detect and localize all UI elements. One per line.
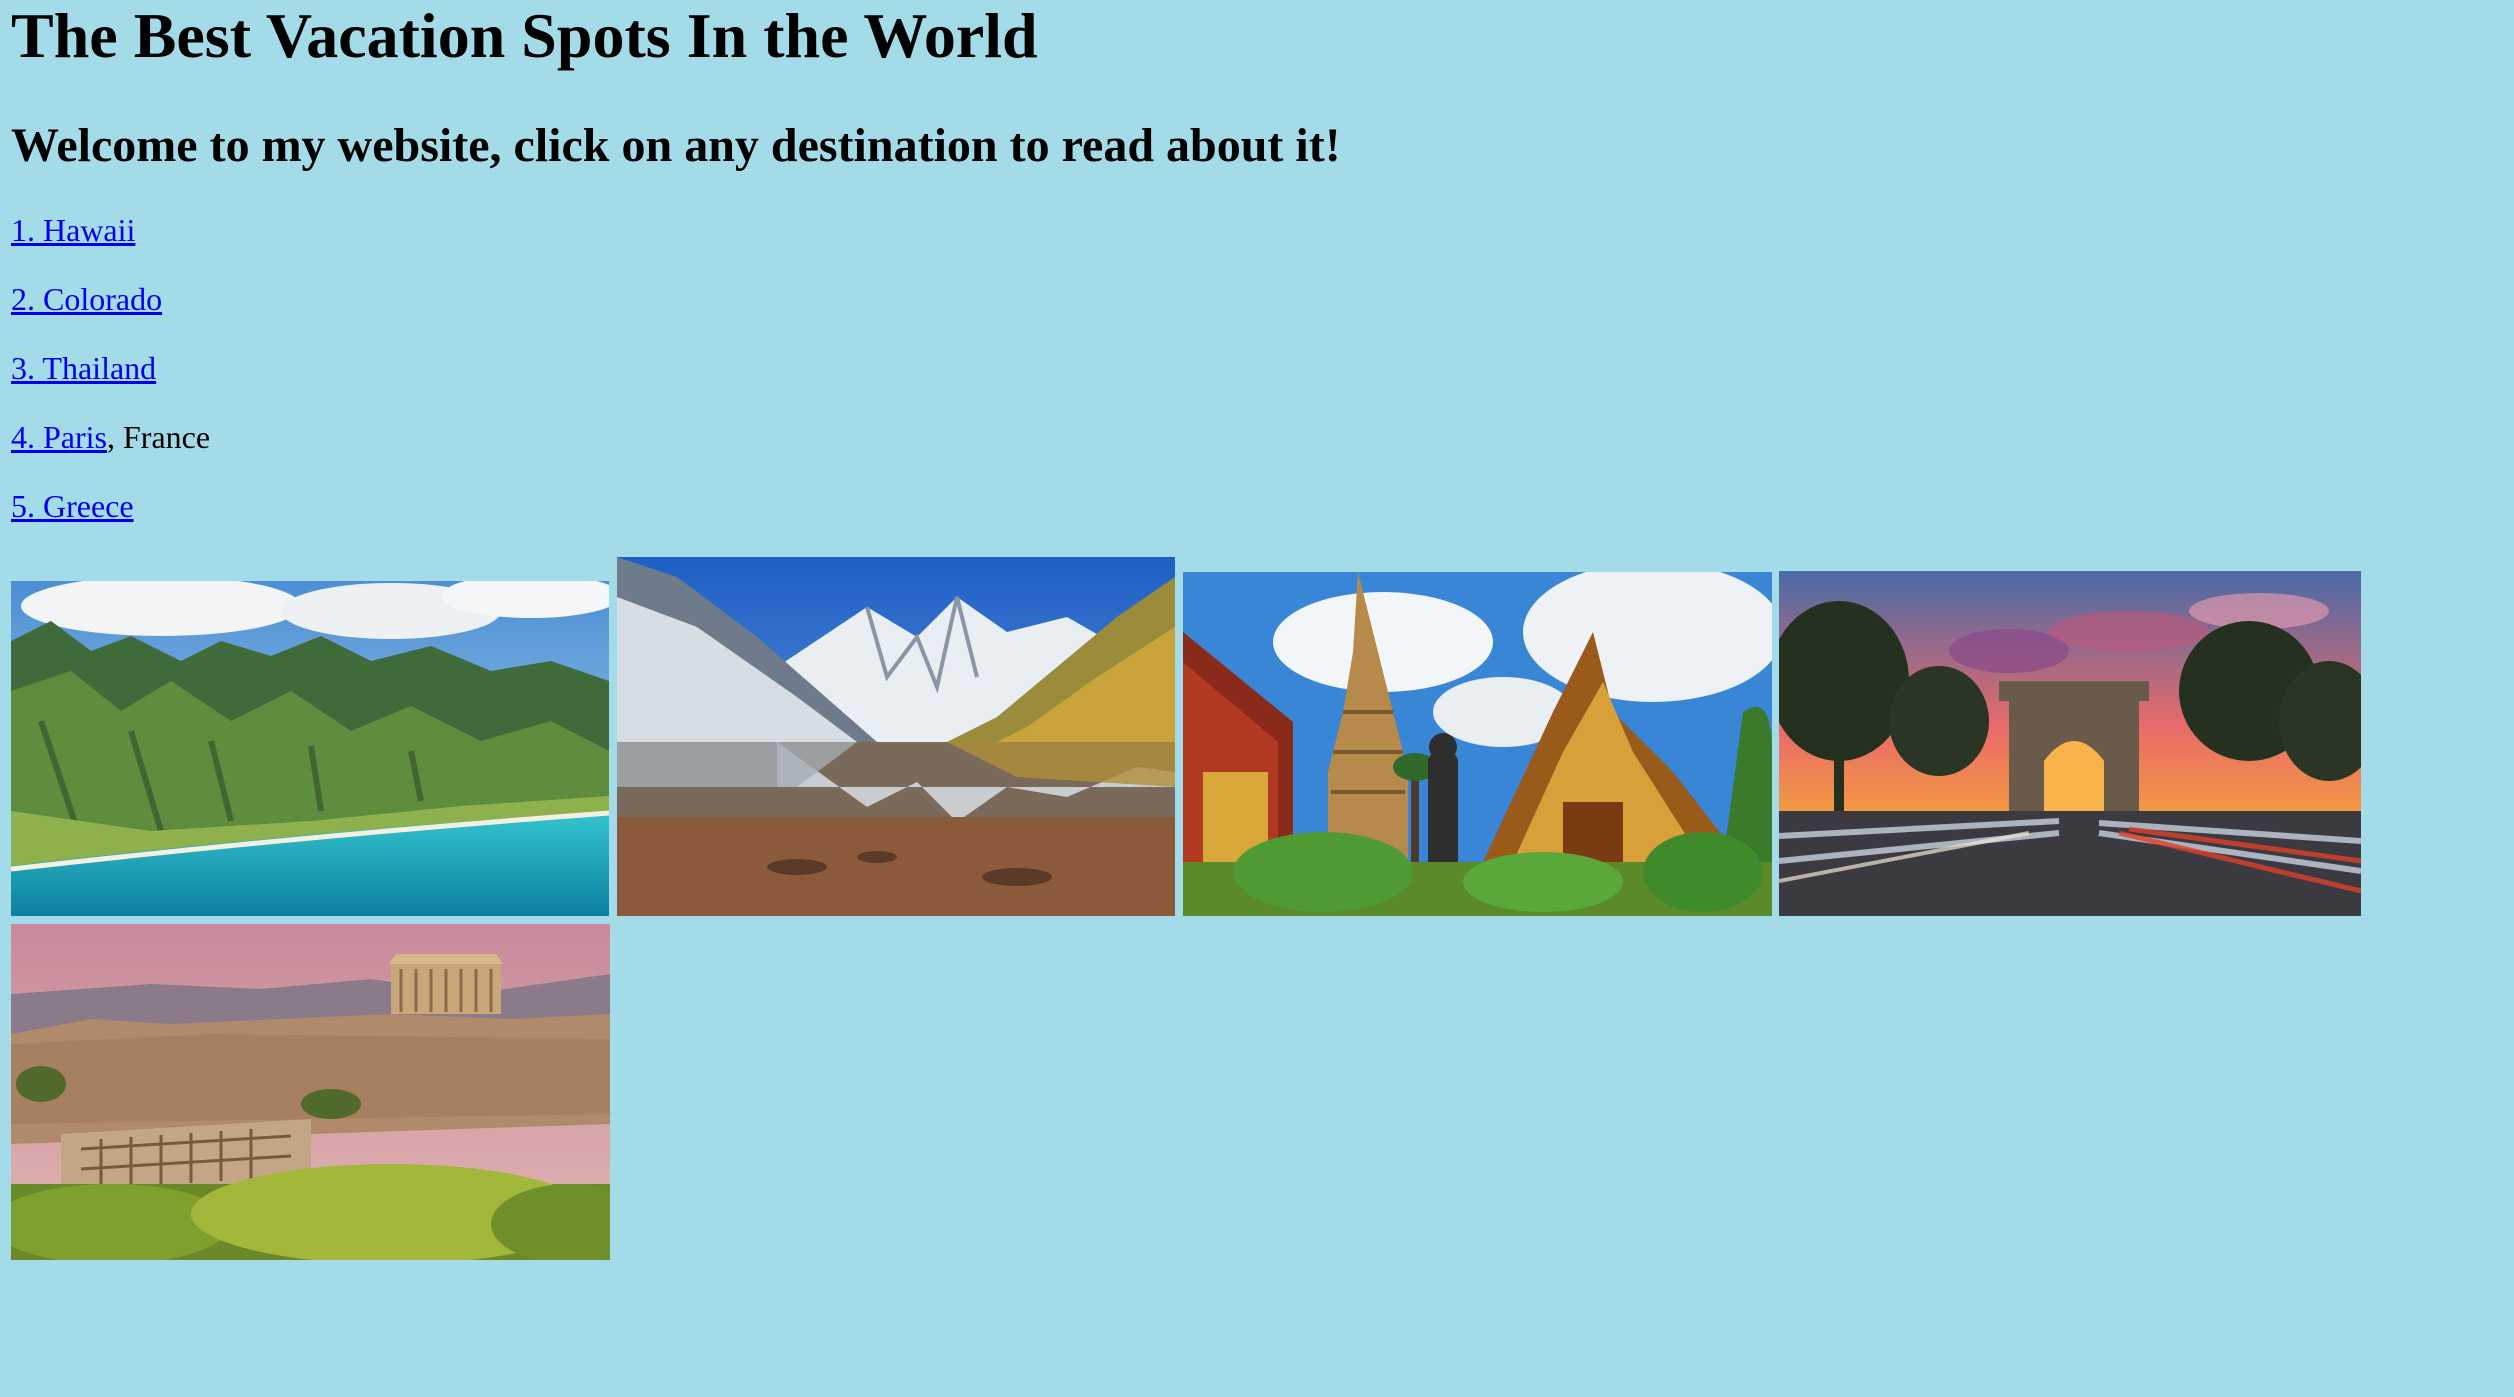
page-title: The Best Vacation Spots In the World bbox=[11, 0, 1038, 71]
hawaii-photo bbox=[11, 581, 609, 916]
paris-suffix: , France bbox=[107, 419, 211, 455]
destination-item-greece: 5. Greece bbox=[11, 486, 134, 526]
destination-item-hawaii: 1. Hawaii bbox=[11, 210, 135, 250]
destination-item-colorado: 2. Colorado bbox=[11, 279, 162, 319]
greece-photo bbox=[11, 924, 610, 1260]
thailand-link[interactable]: 3. Thailand bbox=[11, 350, 156, 386]
destination-item-paris: 4. Paris, France bbox=[11, 417, 210, 457]
page-subtitle: Welcome to my website, click on any dest… bbox=[11, 119, 1341, 172]
thailand-photo bbox=[1183, 572, 1772, 916]
paris-link[interactable]: 4. Paris bbox=[11, 419, 107, 455]
destination-item-thailand: 3. Thailand bbox=[11, 348, 156, 388]
paris-photo bbox=[1779, 571, 2361, 916]
colorado-link[interactable]: 2. Colorado bbox=[11, 281, 162, 317]
greece-link[interactable]: 5. Greece bbox=[11, 488, 134, 524]
colorado-photo bbox=[617, 557, 1175, 916]
hawaii-link[interactable]: 1. Hawaii bbox=[11, 212, 135, 248]
